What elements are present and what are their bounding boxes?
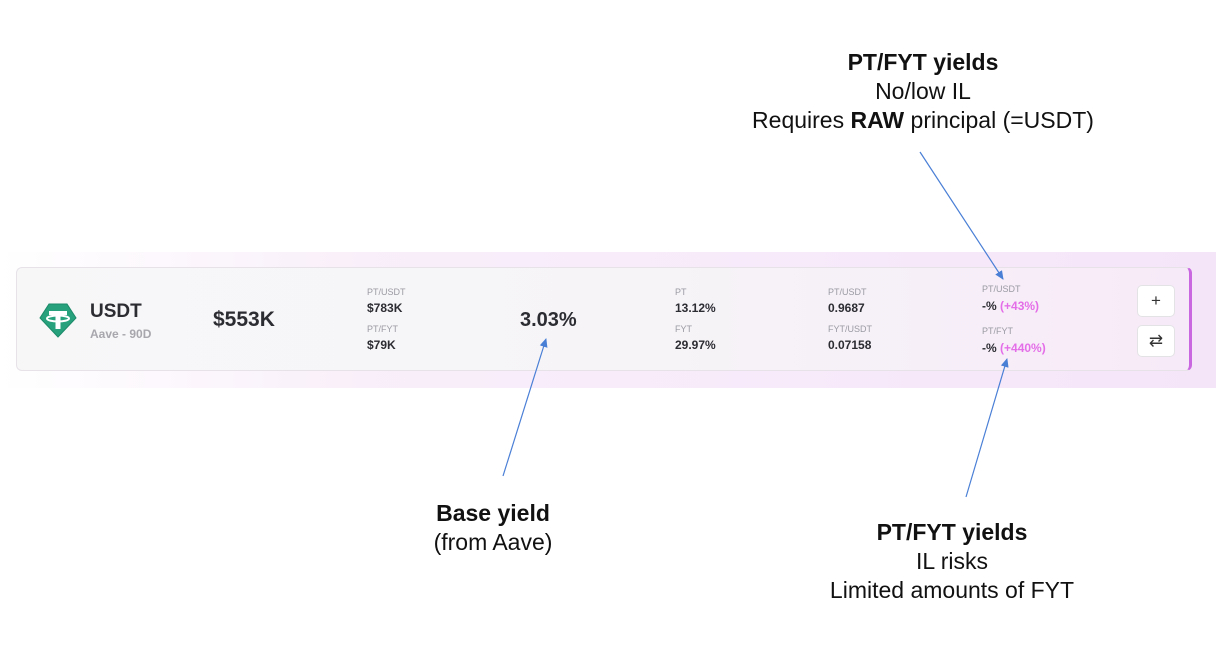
annotation-bottom: PT/FYT yields IL risks Limited amounts o… [752,518,1152,605]
pool-yield-pt: -% (+43%) [982,299,1039,313]
plus-icon: + [1151,291,1161,310]
base-yield: 3.03% [520,309,577,331]
annotation-bottom-line2: Limited amounts of FYT [829,577,1075,603]
annotation-top: PT/FYT yields No/low IL Requires RAW pri… [700,48,1146,135]
apy-fyt-value: 29.97% [675,338,716,352]
token-platform: Aave - 90D [90,327,152,341]
annotation-top-line2-prefix: Requires [752,107,851,133]
pool-yield-fyt-boost: (+440%) [1000,341,1046,355]
annotation-top-title: PT/FYT yields [847,49,999,75]
pool-tvl: $553K [213,308,275,331]
pool-yield-pt-value: -% [982,299,997,313]
pool-yield-fyt: -% (+440%) [982,341,1046,355]
apy-fyt-label: FYT [675,324,692,334]
swap-icon: ⇄ [1148,331,1164,350]
liquidity-pt-label: PT/USDT [367,287,406,297]
annotation-top-line1: No/low IL [875,78,971,104]
swap-button[interactable]: ⇄ [1137,325,1175,357]
price-fyt-value: 0.07158 [828,338,872,352]
pool-yield-pt-label: PT/USDT [982,284,1021,294]
annotation-top-line2-suffix: principal (=USDT) [904,107,1094,133]
tether-icon [39,303,77,338]
annotation-bottom-line1: IL risks [916,548,988,574]
pool-yield-fyt-value: -% [982,341,997,355]
price-fyt-label: FYT/USDT [828,324,872,334]
annotation-base-title: Base yield [436,500,550,526]
pool-yield-fyt-label: PT/FYT [982,326,1013,336]
apy-pt-value: 13.12% [675,301,716,315]
annotation-bottom-title: PT/FYT yields [876,519,1028,545]
annotation-base-line1: (from Aave) [433,529,553,555]
annotation-top-line2-bold: RAW [850,107,905,133]
price-pt-label: PT/USDT [828,287,867,297]
annotation-top-line2: Requires RAW principal (=USDT) [700,106,1146,135]
liquidity-fyt-value: $79K [367,338,396,352]
liquidity-fyt-label: PT/FYT [367,324,398,334]
pool-yield-pt-boost: (+43%) [1000,299,1040,313]
annotation-base: Base yield (from Aave) [393,499,593,557]
apy-pt-label: PT [675,287,687,297]
add-liquidity-button[interactable]: + [1137,285,1175,317]
liquidity-pt-value: $783K [367,301,403,315]
pool-row[interactable]: USDT Aave - 90D $553K PT/USDT $783K PT/F… [16,267,1192,371]
token-name: USDT [90,301,142,322]
price-pt-value: 0.9687 [828,301,865,315]
